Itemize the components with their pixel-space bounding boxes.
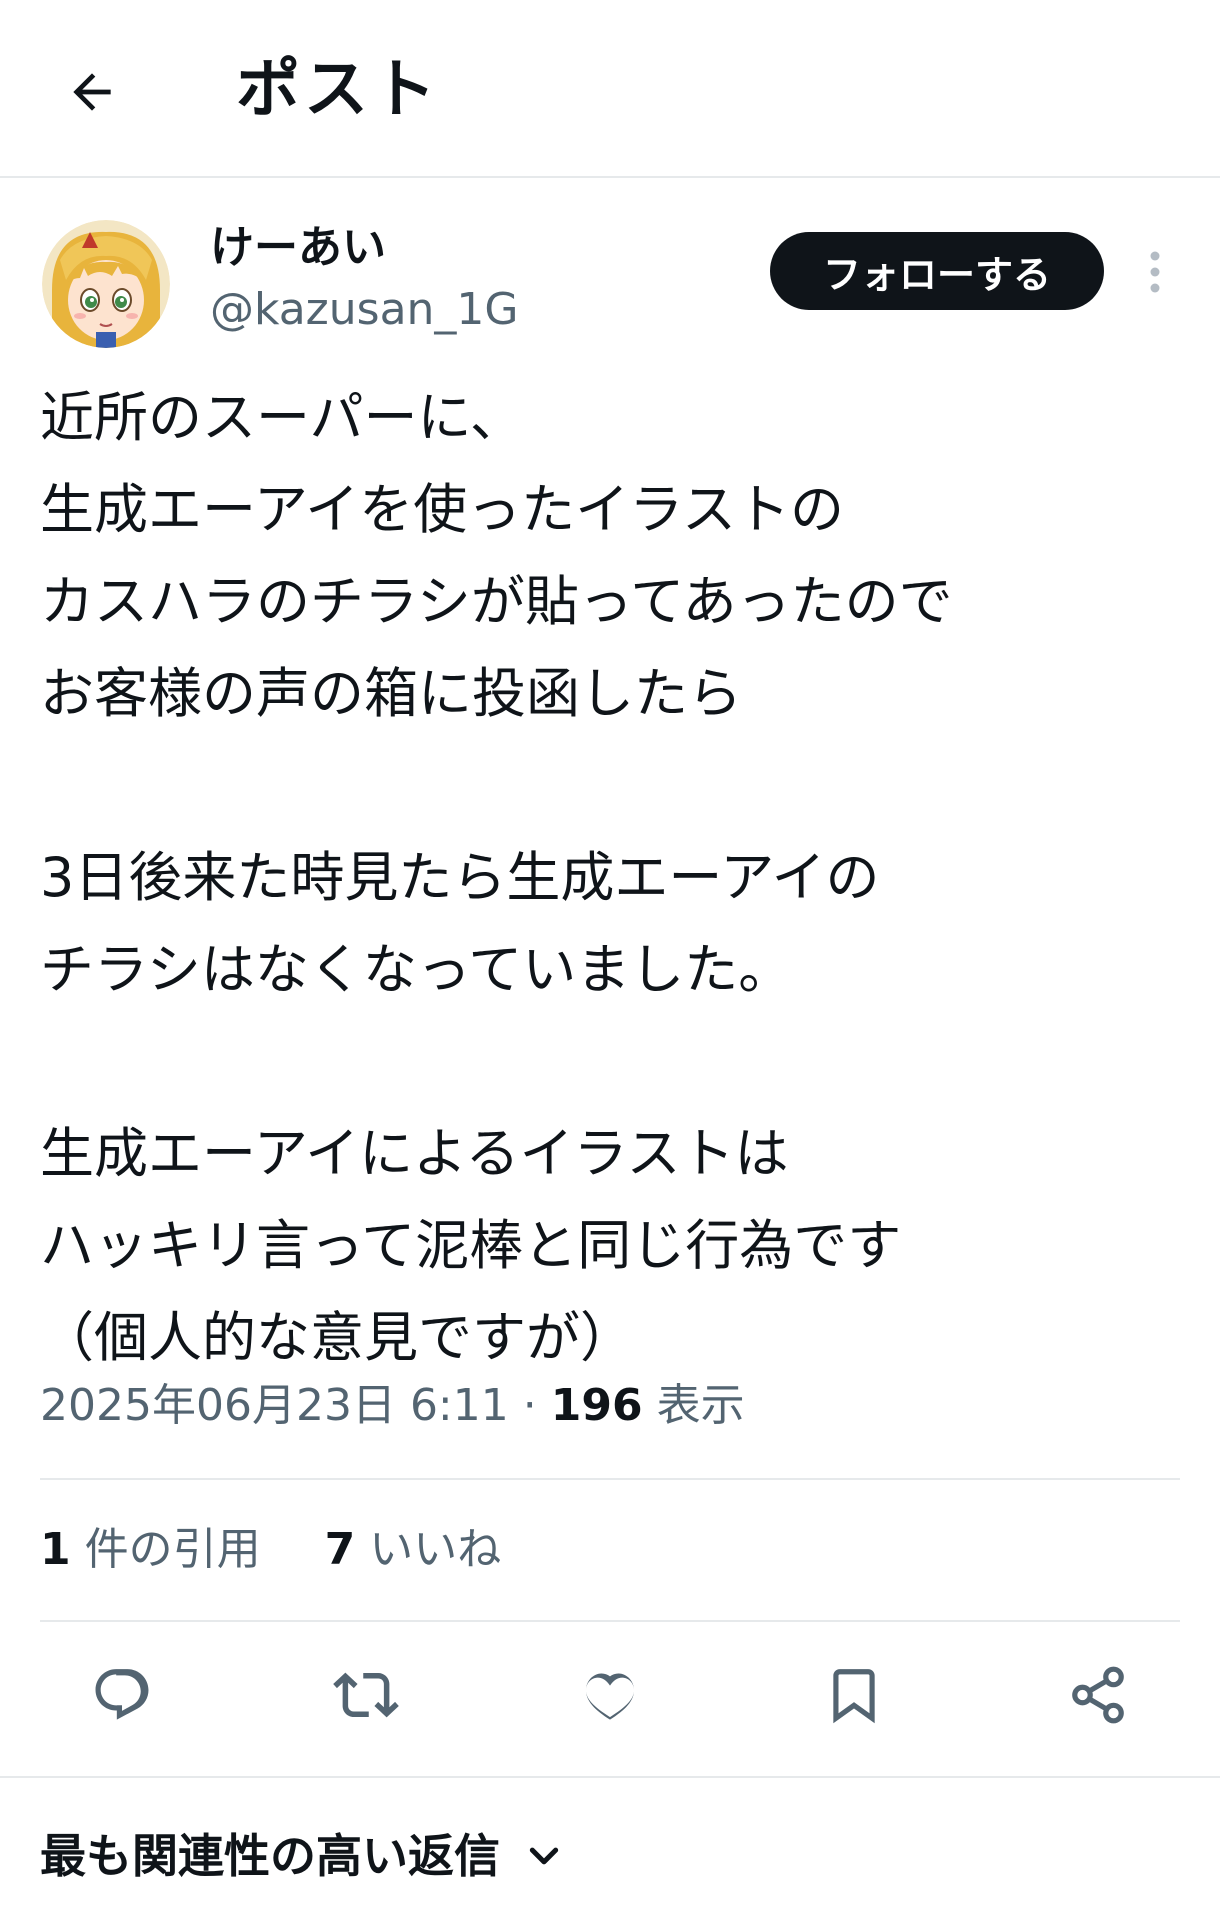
heart-icon [586, 1673, 634, 1720]
reply-sort-label: 最も関連性の高い返信 [40, 1829, 500, 1883]
quotes-count: 1 [40, 1524, 71, 1575]
author-display-name[interactable]: けーあい [210, 220, 386, 276]
like-button[interactable] [570, 1660, 650, 1730]
chevron-down-icon [524, 1836, 564, 1876]
bookmark-button[interactable] [814, 1660, 894, 1730]
more-options-button[interactable] [1130, 240, 1180, 304]
post-line: お客様の声の箱に投函したら [40, 662, 742, 725]
post-line: ハッキリ言って泥棒と同じ行為です [40, 1214, 902, 1277]
engagement-stats: 1 件の引用 7 いいね [40, 1522, 501, 1578]
reply-icon [95, 1669, 149, 1720]
post-line: カスハラのチラシが貼ってあったので [40, 570, 953, 633]
divider [0, 1776, 1220, 1778]
post-line: 3日後来た時見たら生成エーアイの [40, 846, 880, 909]
arrow-left-icon [73, 73, 111, 111]
divider [40, 1478, 1180, 1480]
author-handle[interactable]: @kazusan_1G [210, 282, 519, 338]
quotes-label: 件の引用 [70, 1524, 261, 1575]
views-count: 196 [550, 1380, 643, 1431]
page-title: ポスト [236, 53, 440, 127]
meta-separator: · [508, 1380, 551, 1431]
post-timestamp[interactable]: 2025年06月23日 6:11 [40, 1380, 509, 1431]
top-bar: ポスト [0, 0, 1220, 178]
post-metadata: 2025年06月23日 6:11 · 196 表示 [40, 1378, 745, 1434]
likes-stat[interactable]: 7 いいね [325, 1522, 502, 1578]
repost-button[interactable] [326, 1660, 406, 1730]
more-vertical-icon [1150, 251, 1160, 293]
quotes-stat[interactable]: 1 件の引用 [40, 1522, 261, 1578]
avatar[interactable] [42, 220, 170, 348]
divider [40, 1620, 1180, 1622]
post-line: （個人的な意見ですが） [40, 1306, 634, 1369]
reply-button[interactable] [82, 1660, 162, 1730]
post-body: 近所のスーパーに、 生成エーアイを使ったイラストの カスハラのチラシが貼ってあっ… [40, 372, 1180, 1384]
likes-count: 7 [324, 1524, 356, 1575]
share-button[interactable] [1058, 1660, 1138, 1730]
post-line: チラシはなくなっていました。 [40, 938, 793, 1001]
post-line: 生成エーアイを使ったイラストの [40, 478, 845, 541]
bookmark-icon [833, 1669, 875, 1724]
share-icon [1072, 1666, 1124, 1724]
action-bar [0, 1660, 1220, 1730]
follow-button[interactable]: フォローする [770, 232, 1104, 310]
likes-label: いいね [355, 1524, 502, 1575]
repost-icon [333, 1672, 399, 1718]
post-line [40, 740, 1180, 832]
reply-sort-dropdown[interactable]: 最も関連性の高い返信 [40, 1826, 564, 1886]
views-label: 表示 [642, 1380, 745, 1431]
back-button[interactable] [52, 52, 132, 132]
post-line: 近所のスーパーに、 [40, 386, 524, 449]
post-line: 生成エーアイによるイラストは [40, 1122, 789, 1185]
post-line [40, 1016, 1180, 1108]
